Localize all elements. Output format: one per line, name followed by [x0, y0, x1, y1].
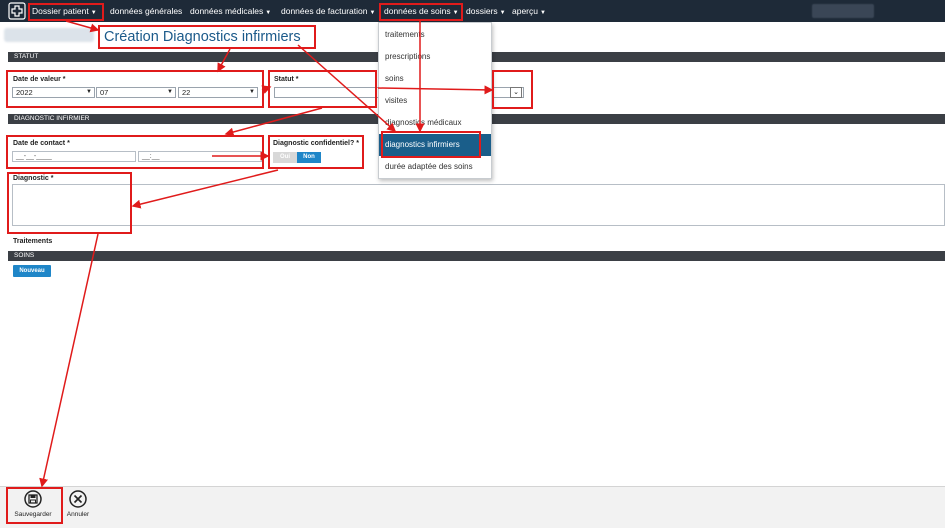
nav-apercu[interactable]: aperçu ▼	[512, 0, 546, 22]
close-circle-icon	[69, 490, 87, 508]
annotation-box-date-contact	[6, 135, 264, 169]
nav-donnees-generales-label: données générales	[110, 6, 183, 16]
app-window: Dossier patient ▼ données générales donné…	[0, 0, 945, 528]
annotation-box-donnees-soins	[379, 3, 463, 21]
nav-dossiers[interactable]: dossiers ▼	[466, 0, 506, 22]
bottom-toolbar	[0, 486, 945, 528]
patient-name-blurred	[4, 28, 94, 42]
nouveau-button[interactable]: Nouveau	[13, 265, 51, 277]
dropdown-item-soins[interactable]: soins	[379, 68, 491, 90]
app-logo-icon[interactable]	[8, 2, 26, 20]
nav-dossiers-label: dossiers	[466, 6, 498, 16]
user-menu[interactable]	[812, 4, 874, 18]
diagnostic-textarea[interactable]	[12, 184, 945, 226]
dropdown-item-prescriptions[interactable]: prescriptions	[379, 46, 491, 68]
annotation-box-statut	[268, 70, 377, 108]
nav-donnees-facturation-label: données de facturation	[281, 6, 368, 16]
annotation-box-diagnostics-infirmiers	[381, 131, 481, 158]
chevron-down-icon: ▼	[540, 10, 546, 16]
nav-donnees-facturation[interactable]: données de facturation ▼	[281, 0, 375, 22]
nav-donnees-medicales-label: données médicales	[190, 6, 264, 16]
dropdown-item-duree-adaptee[interactable]: durée adaptée des soins	[379, 156, 491, 178]
annotation-title: Création Diagnostics infirmiers	[98, 25, 316, 49]
annotation-box-statut-dropdown	[492, 70, 533, 109]
traitements-label: Traitements	[13, 238, 53, 245]
annotation-box-dossier-patient	[28, 3, 104, 21]
annotation-box-save	[6, 487, 63, 524]
chevron-down-icon: ▼	[369, 10, 376, 16]
nav-apercu-label: aperçu	[512, 6, 538, 16]
nav-donnees-generales[interactable]: données générales	[110, 0, 182, 22]
dropdown-item-visites[interactable]: visites	[379, 90, 491, 112]
dropdown-item-traitements[interactable]: traitements	[379, 24, 491, 46]
section-soins: SOINS	[8, 251, 945, 261]
cancel-button[interactable]: Annuler	[58, 490, 98, 524]
nav-donnees-medicales[interactable]: données médicales ▼	[190, 0, 271, 22]
annotation-box-confidentiel	[268, 135, 364, 169]
cancel-label: Annuler	[66, 511, 90, 518]
annotation-box-date-valeur	[6, 70, 264, 108]
chevron-down-icon: ▼	[265, 10, 272, 16]
top-navbar: Dossier patient ▼ données générales donné…	[0, 0, 945, 22]
annotation-box-diagnostic	[7, 172, 132, 234]
chevron-down-icon: ▼	[499, 10, 506, 16]
